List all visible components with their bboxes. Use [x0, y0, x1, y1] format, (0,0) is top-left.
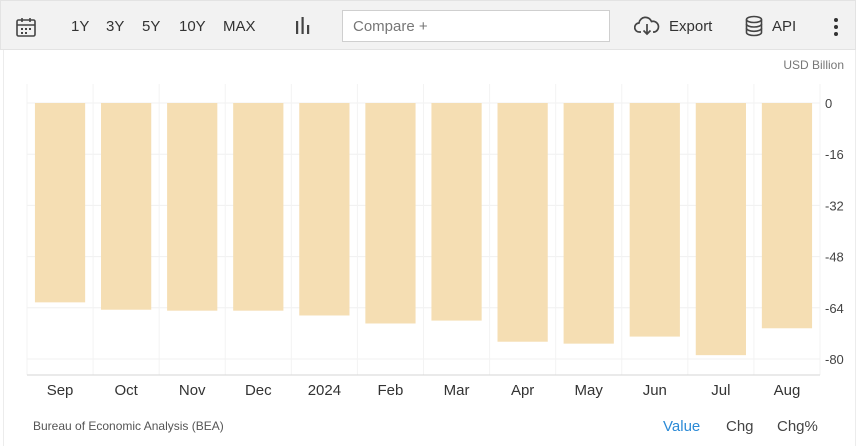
bar-oct[interactable] [101, 103, 152, 310]
bar-sep[interactable] [34, 103, 86, 303]
y-tick-label: -80 [825, 352, 844, 367]
x-tick-label: Sep [47, 382, 74, 399]
bar-may[interactable] [563, 103, 614, 344]
x-tick-label: May [575, 382, 604, 399]
bar-aug[interactable] [761, 103, 813, 329]
x-tick-label: Aug [774, 382, 801, 399]
bar-jun[interactable] [629, 103, 680, 337]
chg-toggle[interactable]: Chg [726, 418, 754, 435]
y-tick-label: -32 [825, 198, 844, 213]
y-tick-label: -48 [825, 250, 844, 265]
x-tick-label: Feb [378, 382, 404, 399]
y-tick-label: -16 [825, 147, 844, 162]
bar-chart: 0 -16 -32 -48 -64 -80 Sep Oct Nov Dec 2024 Feb Mar Ap… [26, 84, 844, 399]
x-tick-label: 2024 [308, 382, 341, 399]
bar-apr[interactable] [497, 103, 548, 342]
chg-percent-toggle[interactable]: Chg% [777, 418, 818, 435]
bar-feb[interactable] [365, 103, 416, 324]
source-label: Bureau of Economic Analysis (BEA) [33, 419, 224, 433]
bar-nov[interactable] [167, 103, 218, 311]
bar-dec[interactable] [233, 103, 284, 311]
x-tick-label: Oct [114, 382, 138, 399]
x-tick-label: Nov [179, 382, 206, 399]
y-tick-label: 0 [825, 96, 832, 111]
bar-jul[interactable] [695, 103, 746, 356]
value-toggle[interactable]: Value [663, 418, 700, 435]
y-tick-label: -64 [825, 301, 844, 316]
bar-mar[interactable] [431, 103, 482, 321]
x-tick-label: Apr [511, 382, 534, 399]
x-tick-label: Mar [444, 382, 470, 399]
x-tick-label: Jul [711, 382, 730, 399]
x-tick-label: Jun [643, 382, 667, 399]
bar-2024[interactable] [299, 103, 350, 316]
x-tick-label: Dec [245, 382, 272, 399]
